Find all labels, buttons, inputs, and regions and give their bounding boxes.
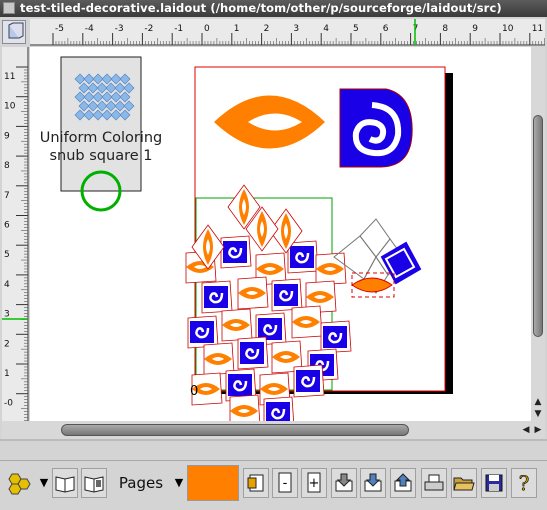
ruler-label: 9 [4, 131, 10, 141]
window-title: test-tiled-decorative.laidout (/home/tom… [20, 1, 502, 15]
horizontal-scrollbar[interactable]: ◀ ▶ [2, 421, 545, 439]
app-icon [3, 2, 15, 14]
title-bar: test-tiled-decorative.laidout (/home/tom… [0, 0, 547, 17]
ruler-label: 2 [4, 339, 10, 349]
blue-spiral-shape[interactable] [339, 88, 413, 168]
ruler-label: 5 [4, 250, 10, 260]
vertical-ruler[interactable]: 11 10 9 8 7 6 5 4 3 2 1 -0 [2, 47, 29, 421]
ruler-label: 4 [4, 280, 10, 290]
horizontal-scroll-thumb[interactable] [61, 424, 409, 436]
scroll-up-arrow[interactable]: ▲ [532, 397, 544, 407]
vertical-scrollbar[interactable]: ▲ ▼ [531, 47, 545, 421]
ruler-label: -4 [85, 24, 94, 34]
horizontal-ruler[interactable]: -5-4-3-2-1012345678910111213141516 [30, 19, 546, 46]
ruler-label: -1 [174, 24, 183, 34]
ruler-label: 10 [502, 24, 514, 34]
save-icon[interactable] [481, 468, 507, 498]
ruler-label: 11 [532, 24, 543, 34]
tools-dropdown-arrow[interactable]: ▼ [38, 468, 50, 498]
help-icon[interactable]: ? [511, 468, 537, 498]
add-page-icon[interactable]: + [301, 468, 327, 498]
ruler-label: 0 [204, 24, 210, 34]
ruler-label: 10 [4, 102, 16, 112]
svg-text:?: ? [519, 471, 530, 495]
ruler-label: -2 [144, 24, 153, 34]
ruler-label: 11 [4, 72, 15, 82]
separator [0, 439, 547, 441]
ruler-label: -0 [4, 399, 13, 409]
ruler-label: 9 [472, 24, 478, 34]
ruler-label: -3 [115, 24, 124, 34]
import-icon[interactable] [331, 468, 357, 498]
tile-preview[interactable]: Uniform Coloring snub square 1 [40, 56, 163, 212]
scroll-down-arrow[interactable]: ▼ [532, 409, 544, 419]
ruler-label: 3 [293, 24, 299, 34]
page-settings-icon[interactable] [243, 468, 269, 498]
ruler-label: 7 [4, 191, 10, 201]
ruler-label: 6 [4, 221, 10, 231]
current-color-swatch[interactable] [187, 465, 239, 501]
remove-page-icon[interactable]: - [272, 468, 298, 498]
ruler-label: 6 [383, 24, 389, 34]
tile-label-line2: snub square 1 [50, 148, 153, 164]
document-canvas[interactable]: Uniform Coloring snub square 1 0 [30, 47, 531, 421]
ruler-label: 2 [264, 24, 270, 34]
open-book-icon[interactable] [52, 468, 78, 498]
svg-text:-: - [283, 476, 288, 491]
export-icon[interactable] [390, 468, 416, 498]
print-icon[interactable] [421, 468, 447, 498]
ruler-label: 5 [353, 24, 359, 34]
svg-text:+: + [309, 476, 320, 491]
separator [0, 460, 547, 461]
page-number: 0 [190, 384, 198, 399]
page-corner-icon [8, 22, 24, 39]
tiling-tool-icon[interactable] [6, 468, 32, 498]
scroll-right-arrow[interactable]: ▶ [532, 425, 544, 435]
bottom-toolbar: ▼ Pages ▼ - + ? [0, 462, 547, 510]
ruler-label: 4 [323, 24, 329, 34]
ruler-corner-button[interactable] [2, 20, 26, 44]
pages-dropdown-arrow[interactable]: ▼ [172, 468, 186, 498]
ruler-label: 8 [4, 161, 10, 171]
vertical-scroll-thumb[interactable] [533, 115, 543, 337]
ruler-label: 8 [442, 24, 448, 34]
ruler-label: 1 [4, 369, 10, 379]
import-2-icon[interactable] [360, 468, 386, 498]
ruler-label: 3 [4, 310, 10, 320]
open-folder-icon[interactable] [451, 468, 477, 498]
ruler-label: 1 [234, 24, 240, 34]
pages-menu[interactable]: Pages [110, 468, 172, 498]
open-book-2-icon[interactable] [81, 468, 107, 498]
scroll-left-arrow[interactable]: ◀ [520, 425, 532, 435]
ruler-label: -5 [55, 24, 64, 34]
tile-label-line1: Uniform Coloring [40, 130, 163, 146]
